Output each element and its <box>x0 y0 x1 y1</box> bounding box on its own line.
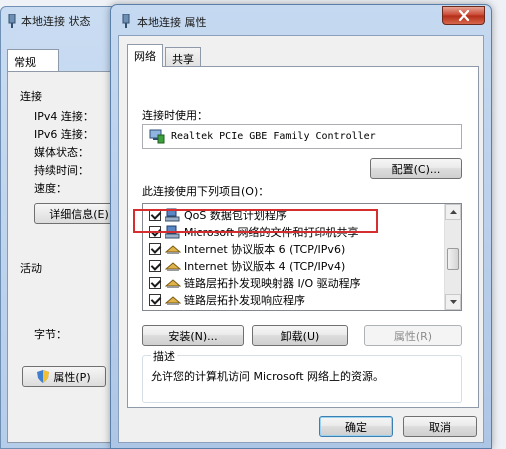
list-item[interactable]: 链路层拓扑发现映射器 I/O 驱动程序 <box>143 274 361 291</box>
bytes-label: 字节： <box>34 328 67 341</box>
ipv4-highlight-box <box>133 209 378 233</box>
tab-general[interactable]: 常规 <box>7 49 59 71</box>
tab-networking[interactable]: 网络 <box>127 44 163 67</box>
item-label: 链路层拓扑发现映射器 I/O 驱动程序 <box>184 276 361 290</box>
ok-button[interactable]: 确定 <box>319 416 393 437</box>
tab-sharing[interactable]: 共享 <box>165 47 201 67</box>
close-icon <box>458 10 469 21</box>
install-button[interactable]: 安装(N)... <box>142 325 244 346</box>
scroll-up-button[interactable] <box>445 204 461 220</box>
ipv4-connectivity-label: IPv4 连接： <box>34 110 94 123</box>
network-icon <box>122 14 130 28</box>
dialog-title: 本地连接 属性 <box>137 16 207 29</box>
checkbox[interactable] <box>149 293 161 306</box>
list-item[interactable]: Internet 协议版本 6 (TCP/IPv6) <box>143 240 345 257</box>
item-label: Internet 协议版本 4 (TCP/IPv4) <box>184 259 346 273</box>
network-icon <box>8 14 16 28</box>
item-label: 链路层拓扑发现响应程序 <box>184 293 305 307</box>
description-text: 允许您的计算机访问 Microsoft 网络上的资源。 <box>151 370 385 383</box>
media-state-label: 媒体状态： <box>34 146 89 159</box>
status-properties-button[interactable]: 属性(P) <box>22 366 106 387</box>
speed-label: 速度： <box>34 182 67 195</box>
shield-icon <box>37 370 50 383</box>
list-scrollbar[interactable] <box>444 204 461 310</box>
checkbox[interactable] <box>149 276 161 289</box>
section-activity-label: 活动 <box>20 262 42 275</box>
list-item[interactable]: Internet 协议版本 4 (TCP/IPv4) <box>143 257 345 274</box>
adapter-name: Realtek PCIe GBE Family Controller <box>171 131 376 142</box>
connect-using-label: 连接时使用： <box>142 109 208 122</box>
duration-label: 持续时间： <box>34 164 89 177</box>
description-title: 描述 <box>151 348 177 364</box>
status-window: 本地连接 状态 常规 连接 IPv4 连接： IPv6 连接： 媒体状态： 持续… <box>0 6 124 449</box>
status-properties-label: 属性(P) <box>53 370 91 384</box>
checkbox[interactable] <box>149 259 161 272</box>
status-panel: 连接 IPv4 连接： IPv6 连接： 媒体状态： 持续时间： 速度： 详细信… <box>7 71 124 443</box>
list-item[interactable]: 链路层拓扑发现响应程序 <box>143 291 305 308</box>
protocol-icon <box>165 244 181 254</box>
networking-panel: 连接时使用： Realtek PCIe GBE Family Controlle… <box>127 66 479 408</box>
ipv6-connectivity-label: IPv6 连接： <box>34 128 94 141</box>
dialog-client: 网络 共享 连接时使用： Realtek PCIe GBE Family Con… <box>118 35 484 443</box>
scroll-down-button[interactable] <box>445 294 461 310</box>
properties-titlebar[interactable]: 本地连接 属性 <box>111 5 491 35</box>
protocol-icon <box>165 261 181 271</box>
section-connection-label: 连接 <box>20 90 42 103</box>
adapter-field: Realtek PCIe GBE Family Controller <box>142 124 462 149</box>
close-button[interactable] <box>442 6 485 25</box>
description-group: 描述 允许您的计算机访问 Microsoft 网络上的资源。 <box>142 348 462 403</box>
scroll-thumb[interactable] <box>447 248 459 270</box>
item-label: Internet 协议版本 6 (TCP/IPv6) <box>184 242 346 256</box>
item-properties-button[interactable]: 属性(R) <box>364 325 462 346</box>
cancel-button[interactable]: 取消 <box>403 416 477 437</box>
checkbox[interactable] <box>149 242 161 255</box>
protocol-icon <box>165 295 181 305</box>
uninstall-button[interactable]: 卸载(U) <box>252 325 348 346</box>
network-adapter-icon <box>149 129 165 144</box>
configure-button[interactable]: 配置(C)... <box>370 158 462 179</box>
status-window-titlebar: 本地连接 状态 <box>7 13 91 29</box>
protocol-icon <box>165 278 181 288</box>
status-window-title: 本地连接 状态 <box>21 15 91 28</box>
chevron-down-icon <box>449 300 457 304</box>
items-label: 此连接使用下列项目(O)： <box>142 185 270 198</box>
chevron-up-icon <box>449 210 457 214</box>
